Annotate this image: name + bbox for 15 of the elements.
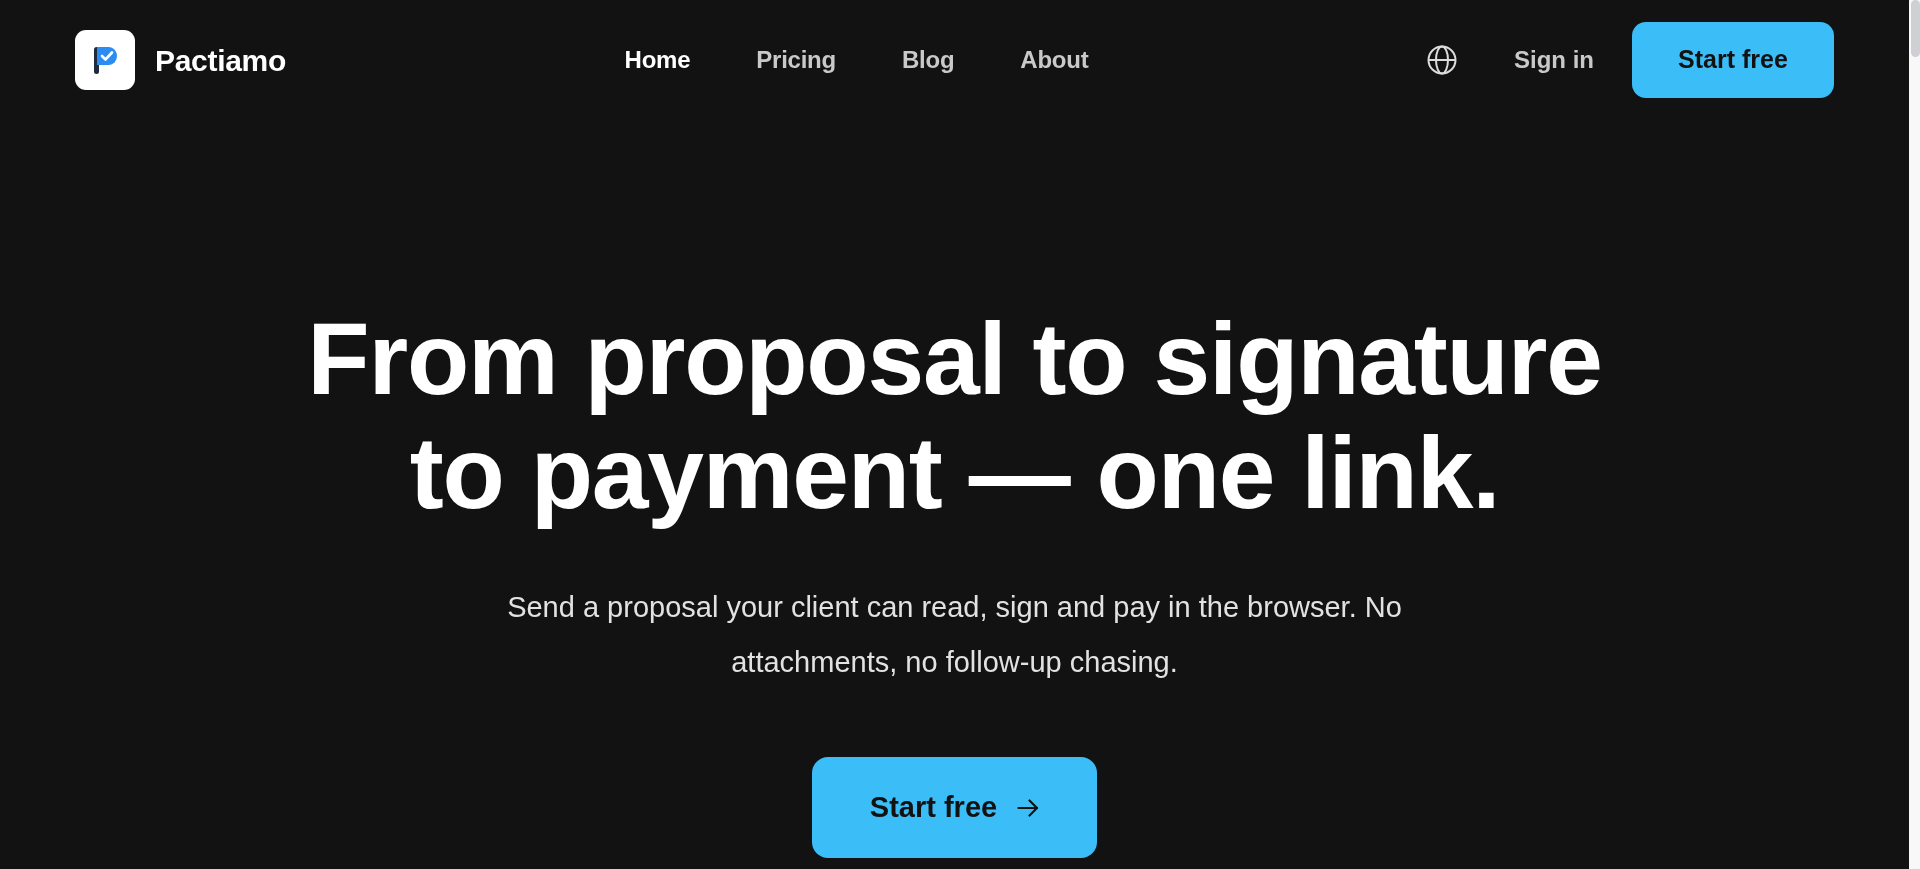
scrollbar-track[interactable] (1909, 0, 1920, 869)
nav-link[interactable]: Pricing (756, 42, 836, 78)
globe-icon[interactable] (1427, 45, 1457, 75)
nav-link[interactable]: Home (624, 42, 691, 78)
hero-subtitle: Send a proposal your client can read, sign and pay in the browser. No attachments, no follow-up chasing. (506, 590, 1403, 680)
arrow-right-icon (1017, 798, 1040, 817)
hero-heading: From proposal to signature to payment — one link. (306, 302, 1603, 530)
sign-in-link[interactable]: Sign in (1514, 42, 1594, 78)
start-free-button[interactable]: Start free (811, 757, 1098, 858)
scrollbar-thumb[interactable] (1911, 0, 1920, 57)
nav-link[interactable]: Blog (901, 42, 955, 78)
nav-link[interactable]: About (1020, 42, 1089, 78)
logo-icon[interactable] (75, 30, 135, 90)
brand-name[interactable]: Pactiamo (155, 37, 286, 83)
start-free-button[interactable]: Start free (1632, 22, 1834, 98)
